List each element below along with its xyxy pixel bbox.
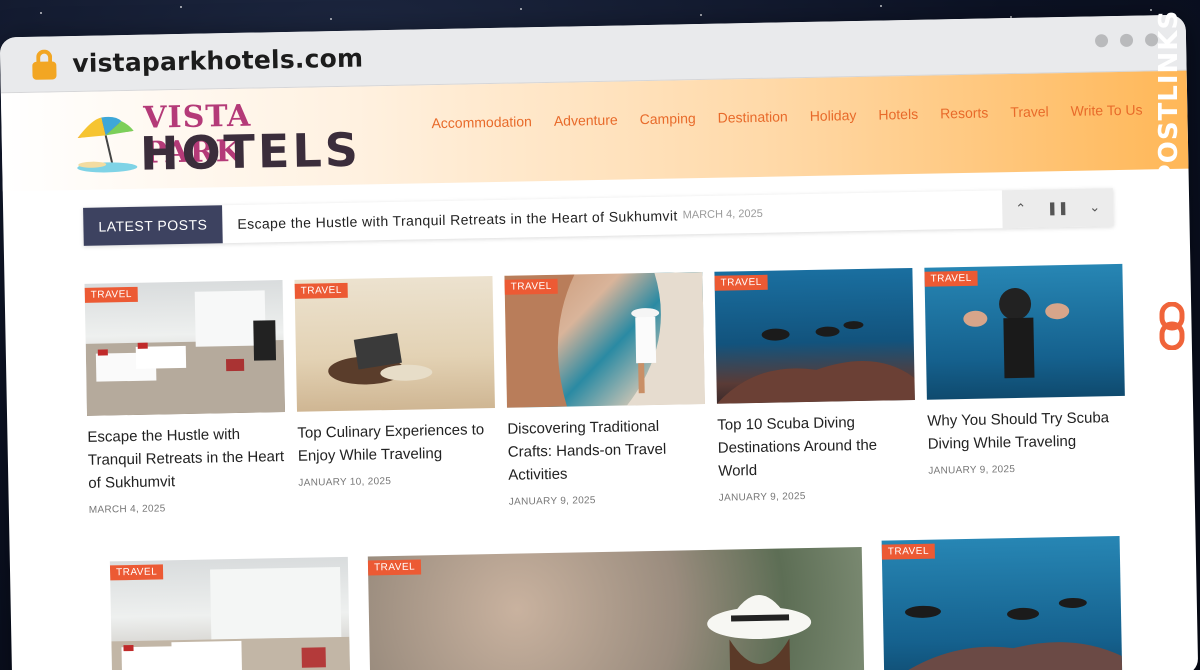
chevron-up-icon[interactable]: ⌃ [1002, 190, 1040, 229]
post-title[interactable]: Escape the Hustle with Tranquil Retreats… [87, 422, 286, 495]
category-badge[interactable]: TRAVEL [367, 559, 422, 576]
guestpostlinks-watermark: GUESTPOSTLINKS [1150, 10, 1194, 370]
nav-camping[interactable]: Camping [640, 110, 696, 127]
ticker-headline[interactable]: Escape the Hustle with Tranquil Retreats… [237, 207, 678, 231]
post-thumbnail[interactable]: TRAVEL [294, 276, 495, 412]
chevron-down-icon[interactable]: ⌄ [1076, 188, 1114, 227]
post-date: JANUARY 9, 2025 [928, 464, 1016, 477]
pause-icon[interactable]: ❚❚ [1039, 189, 1077, 228]
nav-accommodation[interactable]: Accommodation [431, 113, 532, 131]
post-title[interactable]: Top Culinary Experiences to Enjoy While … [297, 418, 496, 468]
nav-hotels[interactable]: Hotels [878, 106, 918, 123]
category-badge[interactable]: TRAVEL [714, 274, 768, 291]
ticker-controls: ⌃ ❚❚ ⌄ [1001, 188, 1114, 229]
post-thumbnail[interactable]: TRAVEL [84, 280, 286, 416]
post-date: JANUARY 10, 2025 [298, 476, 392, 489]
featured-row: TRAVEL TRAVEL TRAVEL [109, 536, 1132, 670]
featured-thumbnail[interactable]: TRAVEL [367, 546, 865, 670]
post-date: JANUARY 9, 2025 [718, 491, 806, 504]
latest-posts-ticker: LATEST POSTS Escape the Hustle with Tran… [83, 188, 1114, 246]
brand-name-bottom: HOTELS [139, 122, 362, 181]
window-dot-icon[interactable] [1119, 33, 1134, 47]
ticker-label: LATEST POSTS [83, 205, 223, 246]
featured-thumbnail[interactable]: TRAVEL [109, 556, 351, 670]
nav-write-to-us[interactable]: Write To Us [1071, 102, 1143, 119]
browser-window: vistaparkhotels.com VISTA PARK HOTELS Ac… [0, 14, 1199, 670]
post-date: MARCH 4, 2025 [88, 503, 166, 516]
posts-grid: TRAVEL Escape the Hustle with Tranquil R… [84, 263, 1129, 516]
traveler-hat-image [707, 595, 812, 670]
featured-thumbnail[interactable]: TRAVEL [881, 536, 1123, 670]
post-title[interactable]: Why You Should Try Scuba Diving While Tr… [927, 406, 1126, 456]
post-card[interactable]: TRAVEL Top Culinary Experiences to Enjoy… [294, 276, 496, 512]
link-chain-icon [1159, 302, 1185, 350]
nav-holiday[interactable]: Holiday [810, 107, 857, 124]
beach-umbrella-icon [77, 116, 138, 173]
category-badge[interactable]: TRAVEL [109, 564, 164, 581]
category-badge[interactable]: TRAVEL [294, 282, 349, 299]
category-badge[interactable]: TRAVEL [84, 286, 139, 303]
category-badge[interactable]: TRAVEL [881, 543, 936, 560]
post-title[interactable]: Top 10 Scuba Diving Destinations Around … [717, 410, 916, 483]
post-card[interactable]: TRAVEL Escape the Hustle with Tranquil R… [84, 280, 287, 516]
window-controls [1094, 33, 1159, 48]
post-thumbnail[interactable]: TRAVEL [504, 271, 705, 408]
nav-resorts[interactable]: Resorts [940, 104, 989, 121]
url-text[interactable]: vistaparkhotels.com [72, 43, 363, 78]
category-badge[interactable]: TRAVEL [924, 270, 978, 287]
post-card[interactable]: TRAVEL Discovering Traditional Crafts: H… [504, 271, 706, 508]
post-date: JANUARY 9, 2025 [508, 495, 596, 508]
nav-travel[interactable]: Travel [1010, 103, 1049, 120]
post-card[interactable]: TRAVEL Top 10 Scuba Diving Destinations … [714, 267, 916, 504]
post-title[interactable]: Discovering Traditional Crafts: Hands-on… [507, 414, 706, 487]
watermark-text: GUESTPOSTLINKS [1154, 9, 1184, 285]
nav-destination[interactable]: Destination [718, 108, 788, 125]
ticker-date: MARCH 4, 2025 [682, 207, 763, 222]
main-nav: Accommodation Adventure Camping Destinat… [431, 102, 1142, 132]
nav-adventure[interactable]: Adventure [554, 112, 618, 129]
post-thumbnail[interactable]: TRAVEL [924, 263, 1125, 400]
site-logo[interactable]: VISTA PARK HOTELS [71, 95, 361, 181]
window-dot-icon[interactable] [1094, 34, 1109, 48]
post-card[interactable]: TRAVEL Why You Should Try Scuba Diving W… [924, 263, 1126, 500]
category-badge[interactable]: TRAVEL [504, 278, 558, 295]
post-thumbnail[interactable]: TRAVEL [714, 267, 915, 404]
lock-icon [30, 48, 59, 80]
